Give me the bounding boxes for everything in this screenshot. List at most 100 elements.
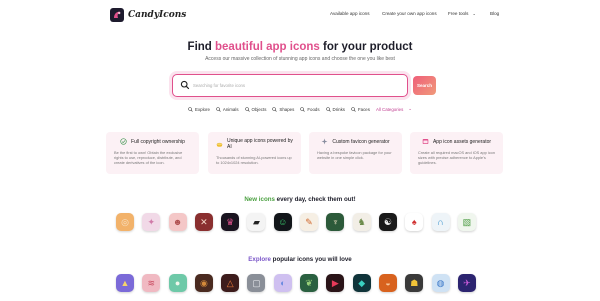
category-faces[interactable]: Faces xyxy=(351,106,370,112)
explore-highlight: Explore xyxy=(248,256,271,263)
fairy-icon[interactable]: ♆ xyxy=(326,213,345,231)
category-drinks[interactable]: Drinks xyxy=(325,106,345,112)
nav-free-tools-label: Free tools xyxy=(448,11,469,16)
glasses-icon[interactable]: ☯ xyxy=(378,213,397,231)
nav-create-app-icons[interactable]: Create your own app icons xyxy=(382,11,437,16)
prism-glyph: ▲ xyxy=(120,278,130,288)
logo-text: CandyIcons xyxy=(128,10,187,20)
triangle-sunset-icon[interactable]: △ xyxy=(221,274,240,292)
tire-icon[interactable]: ◉ xyxy=(194,274,213,292)
chevron-down-icon: ⌄ xyxy=(472,11,476,16)
explore-icons-row: ▲ ≋ ● ◉ △ ▢ ◐ ❦ ▶ ◆ ◒ ☗ ◍ ✈ xyxy=(116,274,476,292)
grin-face-icon[interactable]: ☺ xyxy=(273,213,292,231)
feature-card-favicon: Custom favicon generator Having a bespok… xyxy=(309,132,402,174)
category-explore[interactable]: Explore xyxy=(188,106,210,112)
space-rocket-glyph: ✈ xyxy=(463,278,471,288)
llama-glyph: ♞ xyxy=(357,217,366,227)
bear-face-icon[interactable]: ☻ xyxy=(168,213,187,231)
category-animals[interactable]: Animals xyxy=(216,106,239,112)
feature-description: Create all required macOS and iOS app ic… xyxy=(418,150,495,165)
feature-title: Full copyright ownership xyxy=(131,138,185,145)
search-icon xyxy=(244,106,250,112)
category-objects[interactable]: Objects xyxy=(244,106,266,112)
circle-stack-icon[interactable]: ◍ xyxy=(431,274,450,292)
fairy-glyph: ♆ xyxy=(332,217,339,227)
glasses-glyph: ☯ xyxy=(383,217,392,227)
feature-description: Be the first to own! Obtain the exclusiv… xyxy=(114,150,183,165)
feathers-icon[interactable]: ✎ xyxy=(300,213,319,231)
robot-pink-icon[interactable]: ♛ xyxy=(221,213,240,231)
category-shapes[interactable]: Shapes xyxy=(272,106,294,112)
feature-header: Unique app icons powered by AI xyxy=(216,138,293,150)
search-icon xyxy=(180,80,190,90)
circle-stack-glyph: ◍ xyxy=(436,278,445,288)
blue-swirl-glyph: ∩ xyxy=(437,217,444,227)
gradient-blob-icon[interactable]: ◐ xyxy=(273,274,292,292)
bone-glyph: ✕ xyxy=(200,217,208,227)
cow-icon[interactable]: ▰ xyxy=(247,213,266,231)
pixel-face-icon[interactable]: ☗ xyxy=(405,274,424,292)
category-label: Shapes xyxy=(279,106,295,112)
page: CandyIcons Available app icons Create yo… xyxy=(0,0,600,301)
feathers-glyph: ✎ xyxy=(305,217,313,227)
logo[interactable]: CandyIcons xyxy=(110,8,186,22)
search-input[interactable] xyxy=(193,80,393,91)
unicorn-glyph: ✦ xyxy=(147,217,156,227)
search-icon xyxy=(325,106,331,112)
bear-face-glyph: ☻ xyxy=(172,217,183,227)
coin-icon xyxy=(216,142,223,147)
feature-title: App icon assets generator xyxy=(432,138,492,145)
bone-icon[interactable]: ✕ xyxy=(194,213,213,231)
search-box[interactable] xyxy=(172,74,408,97)
search-icon xyxy=(300,106,306,112)
hero-subtitle: Access our massive collection of stunnin… xyxy=(205,56,395,62)
teal-gem-glyph: ◆ xyxy=(358,278,366,288)
orange-bowl-glyph: ◒ xyxy=(385,278,391,288)
ring-icon[interactable]: ◎ xyxy=(116,213,134,231)
new-icons-heading: New icons every day, check them out! xyxy=(0,196,600,203)
feature-header: Custom favicon generator xyxy=(317,138,394,145)
all-categories-dropdown[interactable]: All Categories ⌄ xyxy=(376,106,412,112)
feature-card-assets: App icon assets generator Create all req… xyxy=(410,132,503,174)
sandwich-icon[interactable]: ≋ xyxy=(142,274,161,292)
category-label: Explore xyxy=(195,106,210,112)
feature-header: App icon assets generator xyxy=(418,138,495,145)
category-label: Faces xyxy=(357,106,370,112)
leaf-glyph: ❦ xyxy=(305,278,313,288)
site-header: CandyIcons Available app icons Create yo… xyxy=(0,0,600,30)
mushroom-glyph: ♠ xyxy=(411,217,417,227)
leaf-icon[interactable]: ❦ xyxy=(300,274,319,292)
gray-frame-icon[interactable]: ▢ xyxy=(247,274,266,292)
play-red-icon[interactable]: ▶ xyxy=(326,274,345,292)
green-cube-icon[interactable]: ▧ xyxy=(457,213,476,231)
cow-glyph: ▰ xyxy=(253,217,260,227)
prism-icon[interactable]: ▲ xyxy=(116,274,134,292)
feature-header: Full copyright ownership xyxy=(114,138,191,145)
feature-title: Unique app icons powered by AI xyxy=(227,138,293,150)
space-rocket-icon[interactable]: ✈ xyxy=(457,274,476,292)
search-icon xyxy=(272,106,278,112)
orange-bowl-icon[interactable]: ◒ xyxy=(378,274,397,292)
search-icon xyxy=(188,106,193,112)
sandwich-glyph: ≋ xyxy=(147,278,156,288)
search-icon xyxy=(216,106,221,112)
llama-icon[interactable]: ♞ xyxy=(352,213,371,231)
unicorn-icon[interactable]: ✦ xyxy=(142,213,161,231)
tire-glyph: ◉ xyxy=(199,278,208,288)
category-foods[interactable]: Foods xyxy=(300,106,320,112)
category-label: Foods xyxy=(307,106,320,112)
stones-icon[interactable]: ● xyxy=(168,274,187,292)
all-categories-label: All Categories xyxy=(375,106,404,112)
feature-card-ai: Unique app icons powered by AI Thousands… xyxy=(208,132,301,174)
hero-title-highlight: beautiful app icons xyxy=(215,41,320,53)
teal-gem-icon[interactable]: ◆ xyxy=(352,274,371,292)
nav-available-app-icons[interactable]: Available app icons xyxy=(330,11,370,16)
search-button[interactable]: Search xyxy=(413,76,436,95)
sparkle-icon xyxy=(321,138,328,145)
nav-blog[interactable]: Blog xyxy=(490,11,499,16)
nav-free-tools[interactable]: Free tools ⌄ xyxy=(448,11,476,16)
mushroom-icon[interactable]: ♠ xyxy=(405,213,424,231)
blue-swirl-icon[interactable]: ∩ xyxy=(431,213,450,231)
pixel-face-glyph: ☗ xyxy=(410,278,419,288)
hero-title: Find beautiful app icons for your produc… xyxy=(0,41,600,53)
